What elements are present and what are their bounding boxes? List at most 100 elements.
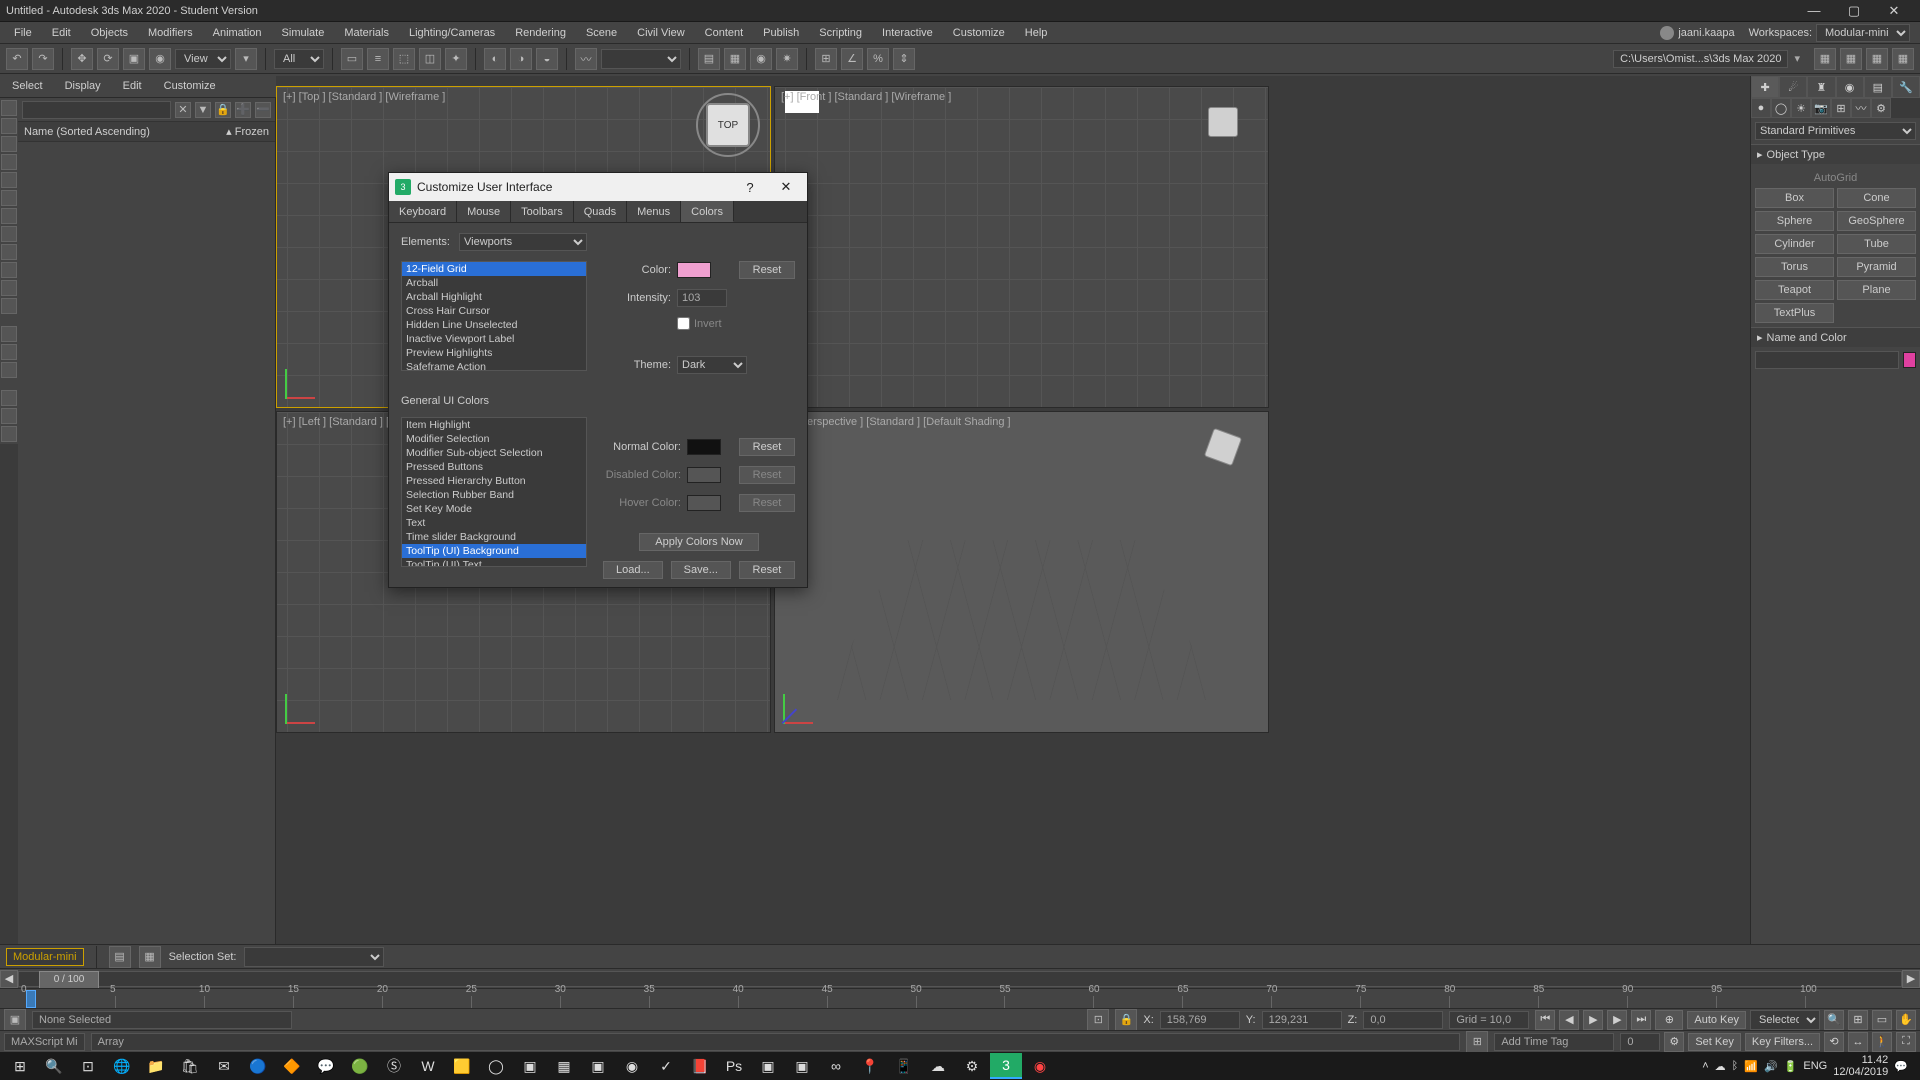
se-menu-display[interactable]: Display [59,80,107,92]
select-region-button[interactable]: ⬚ [393,48,415,70]
filter-bone-icon[interactable] [1,244,17,260]
schematic-button[interactable]: ▦ [724,48,746,70]
save-button[interactable]: Save... [671,561,731,579]
list-item[interactable]: Preview Highlights [402,346,586,360]
app-icon-11[interactable]: ☁ [922,1053,954,1079]
play-button[interactable]: ▶ [1583,1010,1603,1030]
close-button[interactable]: ✕ [1874,0,1914,22]
menu-modifiers[interactable]: Modifiers [138,22,203,44]
scene-filter-icon[interactable]: ▼ [195,102,211,118]
primitive-cone[interactable]: Cone [1837,188,1916,208]
primitive-cylinder[interactable]: Cylinder [1755,234,1834,254]
key-mode-button[interactable]: ⊕ [1655,1010,1683,1030]
material-editor-button[interactable]: ◉ [750,48,772,70]
tray-notifications-icon[interactable]: 💬 [1894,1060,1908,1073]
dialog-help-button[interactable]: ? [735,175,765,199]
nav-pan-icon[interactable]: ✋ [1896,1010,1916,1030]
nav-walk-icon[interactable]: 🚶 [1872,1032,1892,1052]
viewcube-front[interactable] [1194,93,1258,157]
explorer-icon[interactable]: 📁 [140,1053,172,1079]
viewcube-icon[interactable] [1204,428,1242,466]
rotate-button[interactable]: ⟳ [97,48,119,70]
filter-lights-icon[interactable] [1,136,17,152]
display-all-icon[interactable] [1,326,17,342]
nav-dolly-icon[interactable]: ↔ [1848,1032,1868,1052]
store-icon[interactable]: 🛍 [174,1053,206,1079]
pivot-button[interactable]: ▾ [235,48,257,70]
tab-quads[interactable]: Quads [574,201,627,222]
word-icon[interactable]: W [412,1053,444,1079]
filter-hidden-icon[interactable] [1,298,17,314]
tray-battery-icon[interactable]: 🔋 [1784,1060,1798,1073]
menu-scene[interactable]: Scene [576,22,627,44]
app-icon-10[interactable]: ▣ [786,1053,818,1079]
minimize-button[interactable]: — [1794,0,1834,22]
set-keys-icon[interactable]: ▤ [109,946,131,968]
se-menu-select[interactable]: Select [6,80,49,92]
render-iter-button[interactable]: ▦ [1840,48,1862,70]
color-swatch[interactable] [677,262,711,278]
list-item[interactable]: Safeframe Action [402,360,586,371]
lock-selection-icon[interactable]: 🔒 [1115,1009,1137,1031]
percent-snap[interactable]: % [867,48,889,70]
tray-volume-icon[interactable]: 🔊 [1764,1060,1778,1073]
nav-zoom-icon[interactable]: 🔍 [1824,1010,1844,1030]
tab-colors[interactable]: Colors [681,201,734,222]
tray-chevron-icon[interactable]: ˄ [1702,1060,1708,1072]
list-item[interactable]: 12-Field Grid [402,262,586,276]
search-icon[interactable]: 🔍 [38,1053,70,1079]
primitive-torus[interactable]: Torus [1755,257,1834,277]
edge-icon[interactable]: 🌐 [106,1053,138,1079]
photoshop-icon[interactable]: Ps [718,1053,750,1079]
normal-color-swatch[interactable] [687,439,721,455]
rollout-object-type[interactable]: ▸Object Type [1751,144,1920,164]
theme-select[interactable]: Dark [677,356,747,374]
menu-content[interactable]: Content [695,22,754,44]
prev-frame-button[interactable]: ◀ [1559,1010,1579,1030]
elements-select[interactable]: Viewports [459,233,587,251]
workspace-select[interactable]: Modular-mini [1816,24,1910,42]
list-item[interactable]: Arcball [402,276,586,290]
refcoord-select[interactable]: View [175,49,231,69]
menu-interactive[interactable]: Interactive [872,22,943,44]
app-icon-2[interactable]: 💬 [310,1053,342,1079]
angle-snap[interactable]: ∠ [841,48,863,70]
load-button[interactable]: Load... [603,561,663,579]
subtab-helpers-icon[interactable]: ⊞ [1831,98,1851,118]
tab-toolbars[interactable]: Toolbars [511,201,574,222]
app-icon-5[interactable]: ▦ [548,1053,580,1079]
list-item[interactable]: Selection Rubber Band [402,488,586,502]
menu-civilview[interactable]: Civil View [627,22,694,44]
tab-keyboard[interactable]: Keyboard [389,201,457,222]
list-item[interactable]: Modifier Selection [402,432,586,446]
apply-colors-button[interactable]: Apply Colors Now [639,533,759,551]
reset-all-button[interactable]: Reset [739,561,795,579]
normal-reset-button[interactable]: Reset [739,438,795,456]
menu-simulate[interactable]: Simulate [272,22,335,44]
keyfilters-button[interactable]: Key Filters... [1745,1033,1820,1051]
list-item[interactable]: ToolTip (UI) Text [402,558,586,567]
scene-add-icon[interactable]: ➕ [235,102,251,118]
goto-start-button[interactable]: ⏮ [1535,1010,1555,1030]
start-button[interactable]: ⊞ [4,1053,36,1079]
subtab-systems-icon[interactable]: ⚙ [1871,98,1891,118]
curve-editor-button[interactable]: 〰 [575,48,597,70]
maximize-button[interactable]: ▢ [1834,0,1874,22]
se-menu-edit[interactable]: Edit [117,80,148,92]
scene-remove-icon[interactable]: ➖ [255,102,271,118]
scene-lock-icon[interactable]: 🔒 [215,102,231,118]
render-last-button[interactable]: ▦ [1892,48,1914,70]
subtab-geometry-icon[interactable]: ● [1751,98,1771,118]
general-ui-colors-list[interactable]: Item HighlightModifier SelectionModifier… [401,417,587,567]
subtab-lights-icon[interactable]: ☀ [1791,98,1811,118]
filter-groups-icon[interactable] [1,208,17,224]
tray-bluetooth-icon[interactable]: ᛒ [1732,1060,1739,1072]
primitive-plane[interactable]: Plane [1837,280,1916,300]
primitive-pyramid[interactable]: Pyramid [1837,257,1916,277]
list-item[interactable]: Modifier Sub-object Selection [402,446,586,460]
app-icon-12[interactable]: ⚙ [956,1053,988,1079]
primitive-tube[interactable]: Tube [1837,234,1916,254]
app-icon-3[interactable]: 🟢 [344,1053,376,1079]
tab-modify[interactable]: ☄ [1779,76,1807,98]
tab-mouse[interactable]: Mouse [457,201,511,222]
